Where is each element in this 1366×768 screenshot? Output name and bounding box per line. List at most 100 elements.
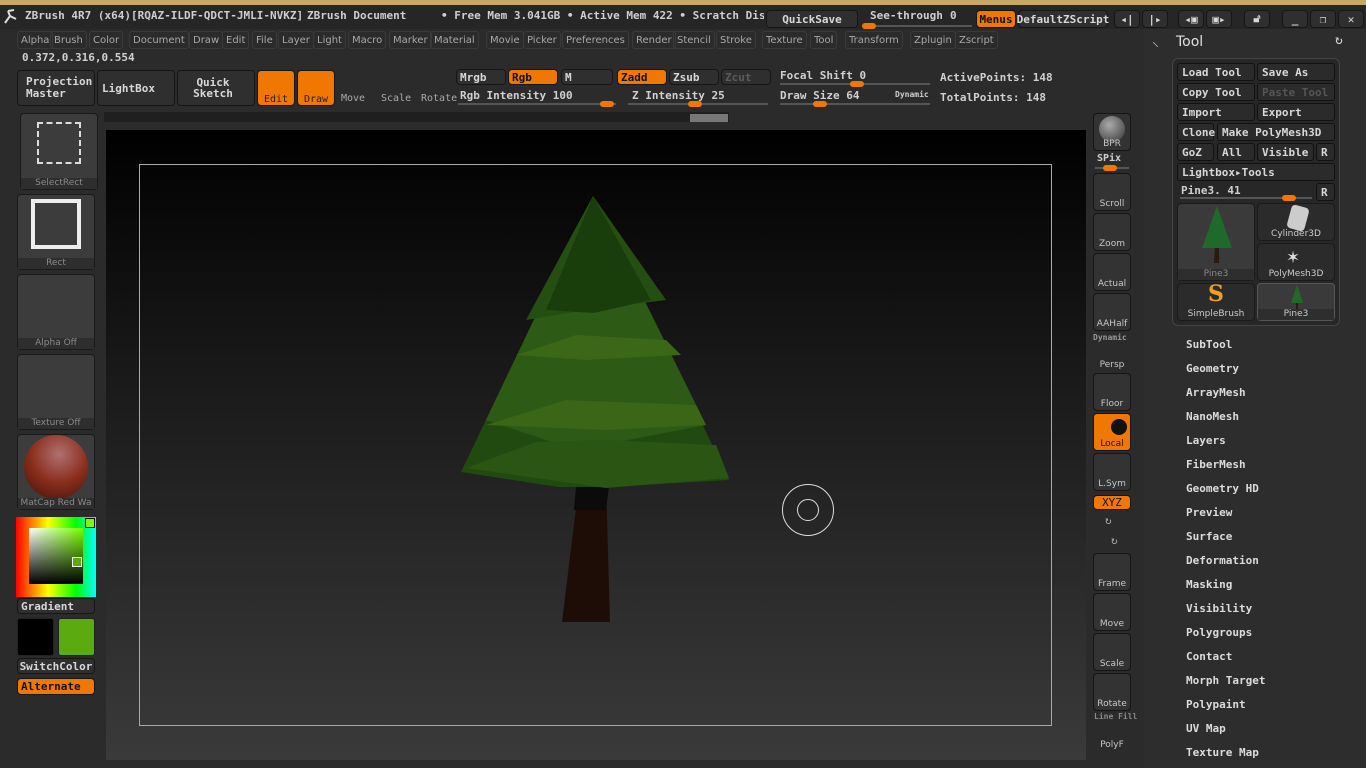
m-button[interactable]: M bbox=[561, 69, 613, 85]
spix-slider[interactable] bbox=[1095, 165, 1129, 171]
tool-slider[interactable] bbox=[1180, 195, 1312, 201]
menu-edit[interactable]: Edit bbox=[222, 31, 250, 49]
menu-transform[interactable]: Transform bbox=[845, 31, 903, 49]
subpalette-visibility[interactable]: Visibility bbox=[1186, 602, 1252, 615]
z-intensity-slider[interactable] bbox=[628, 101, 768, 107]
tool-thumb-pine3-small[interactable]: Pine3 bbox=[1257, 283, 1335, 321]
projection-master-button[interactable]: Projection Master bbox=[17, 70, 95, 106]
color-picker[interactable] bbox=[16, 517, 96, 597]
scroll-left-icon[interactable]: ◂| bbox=[1114, 10, 1140, 28]
subpalette-subtool[interactable]: SubTool bbox=[1186, 338, 1232, 351]
dynamic-toggle[interactable]: Dynamic bbox=[895, 90, 929, 99]
secondary-color-swatch[interactable] bbox=[17, 618, 54, 656]
tool-thumb-simplebrush[interactable]: S SimpleBrush bbox=[1177, 281, 1255, 321]
mrgb-button[interactable]: Mrgb bbox=[456, 69, 506, 85]
subpalette-layers[interactable]: Layers bbox=[1186, 434, 1226, 447]
reset-icon[interactable]: ↻ bbox=[1335, 33, 1343, 48]
copy-tool-button[interactable]: Copy Tool bbox=[1177, 83, 1255, 101]
scale-button[interactable]: Scale bbox=[381, 93, 411, 104]
menu-macro[interactable]: Macro bbox=[348, 31, 387, 49]
subpalette-texture-map[interactable]: Texture Map bbox=[1186, 746, 1259, 759]
scale-view-button[interactable]: Scale bbox=[1093, 633, 1131, 671]
material-button[interactable]: MatCap Red Wa bbox=[17, 434, 95, 510]
menu-color[interactable]: Color bbox=[89, 31, 124, 49]
goz-all-button[interactable]: All bbox=[1217, 143, 1255, 161]
menu-light[interactable]: Light bbox=[313, 31, 346, 49]
canvas-scrollbar[interactable] bbox=[104, 112, 729, 122]
paste-tool-button[interactable]: Paste Tool bbox=[1257, 83, 1335, 101]
edit-button[interactable]: Edit bbox=[257, 70, 295, 106]
goz-button[interactable]: GoZ bbox=[1177, 143, 1214, 161]
lightbox-button[interactable]: LightBox bbox=[97, 70, 175, 106]
frame-button[interactable]: Frame bbox=[1093, 553, 1131, 591]
menu-document[interactable]: Document bbox=[129, 31, 189, 49]
menu-draw[interactable]: Draw bbox=[189, 31, 224, 49]
bpr-button[interactable]: BPR bbox=[1093, 113, 1131, 151]
default-zscript-button[interactable]: DefaultZScript bbox=[1017, 10, 1109, 28]
menu-render[interactable]: Render bbox=[632, 31, 676, 49]
menu-texture[interactable]: Texture bbox=[762, 31, 807, 49]
prev-layout-icon[interactable]: ◂▣ bbox=[1178, 10, 1204, 28]
scroll-button[interactable]: Scroll bbox=[1093, 173, 1131, 211]
draw-button[interactable]: Draw bbox=[297, 70, 335, 106]
quick-sketch-button[interactable]: Quick Sketch bbox=[177, 70, 255, 106]
rgb-button[interactable]: Rgb bbox=[508, 69, 558, 85]
local-button[interactable]: Local bbox=[1093, 413, 1131, 451]
menu-material[interactable]: Material bbox=[430, 31, 479, 49]
tool-r-button[interactable]: R bbox=[1316, 183, 1335, 201]
clone-button[interactable]: Clone bbox=[1177, 123, 1215, 141]
subpalette-surface[interactable]: Surface bbox=[1186, 530, 1232, 543]
select-rect-button[interactable]: SelectRect bbox=[20, 113, 98, 190]
menu-layer[interactable]: Layer bbox=[278, 31, 314, 49]
goz-visible-button[interactable]: Visible bbox=[1257, 143, 1314, 161]
export-button[interactable]: Export bbox=[1257, 103, 1335, 121]
menu-alpha[interactable]: Alpha bbox=[17, 31, 54, 49]
menu-marker[interactable]: Marker bbox=[389, 31, 432, 49]
switch-color-button[interactable]: SwitchColor bbox=[17, 658, 95, 674]
subpalette-preview[interactable]: Preview bbox=[1186, 506, 1232, 519]
scroll-right-icon[interactable]: |▸ bbox=[1142, 10, 1168, 28]
rotate-button[interactable]: Rotate bbox=[421, 93, 457, 104]
close-icon[interactable]: ✕ bbox=[1338, 10, 1364, 28]
persp-button[interactable]: Persp bbox=[1093, 333, 1131, 371]
subpalette-contact[interactable]: Contact bbox=[1186, 650, 1232, 663]
alternate-button[interactable]: Alternate bbox=[17, 678, 95, 695]
save-as-button[interactable]: Save As bbox=[1257, 63, 1335, 81]
next-layout-icon[interactable]: ▣▸ bbox=[1206, 10, 1232, 28]
focal-shift-slider[interactable] bbox=[780, 81, 930, 87]
lsym-button[interactable]: L.Sym bbox=[1093, 453, 1131, 491]
lightbox-tools-button[interactable]: Lightbox▸Tools bbox=[1177, 163, 1335, 181]
main-color-swatch[interactable] bbox=[58, 618, 95, 656]
subpalette-polypaint[interactable]: Polypaint bbox=[1186, 698, 1246, 711]
menu-zscript[interactable]: Zscript bbox=[955, 31, 998, 49]
brush-button[interactable]: Rect bbox=[17, 194, 95, 270]
aahalf-button[interactable]: AAHalf bbox=[1093, 293, 1131, 331]
menu-tool[interactable]: Tool bbox=[810, 31, 838, 49]
z-rotation-icon[interactable]: ↻ bbox=[1111, 534, 1118, 547]
subpalette-uv-map[interactable]: UV Map bbox=[1186, 722, 1226, 735]
rotate-view-button[interactable]: Rotate bbox=[1093, 673, 1131, 711]
subpalette-nanomesh[interactable]: NanoMesh bbox=[1186, 410, 1239, 423]
document-canvas[interactable] bbox=[106, 130, 1086, 760]
menu-preferences[interactable]: Preferences bbox=[562, 31, 629, 49]
rgb-intensity-slider[interactable] bbox=[458, 101, 616, 107]
move-button[interactable]: Move bbox=[341, 93, 365, 104]
zoom-button[interactable]: Zoom bbox=[1093, 213, 1131, 251]
texture-button[interactable]: Texture Off bbox=[17, 354, 95, 430]
zadd-button[interactable]: Zadd bbox=[617, 69, 667, 85]
subpalette-geometry[interactable]: Geometry bbox=[1186, 362, 1239, 375]
xyz-rotation-button[interactable]: XYZ bbox=[1093, 495, 1131, 510]
move-view-button[interactable]: Move bbox=[1093, 593, 1131, 631]
see-through-slider[interactable] bbox=[862, 23, 972, 29]
menu-stroke[interactable]: Stroke bbox=[716, 31, 756, 49]
load-tool-button[interactable]: Load Tool bbox=[1177, 63, 1255, 81]
zcut-button[interactable]: Zcut bbox=[721, 69, 771, 85]
gradient-button[interactable]: Gradient bbox=[17, 598, 95, 614]
menu-file[interactable]: File bbox=[252, 31, 277, 49]
make-polymesh3d-button[interactable]: Make PolyMesh3D bbox=[1217, 123, 1335, 141]
floor-button[interactable]: Floor bbox=[1093, 373, 1131, 411]
import-button[interactable]: Import bbox=[1177, 103, 1255, 121]
actual-button[interactable]: Actual bbox=[1093, 253, 1131, 291]
menu-movie[interactable]: Movie bbox=[486, 31, 524, 49]
subpalette-fibermesh[interactable]: FiberMesh bbox=[1186, 458, 1246, 471]
